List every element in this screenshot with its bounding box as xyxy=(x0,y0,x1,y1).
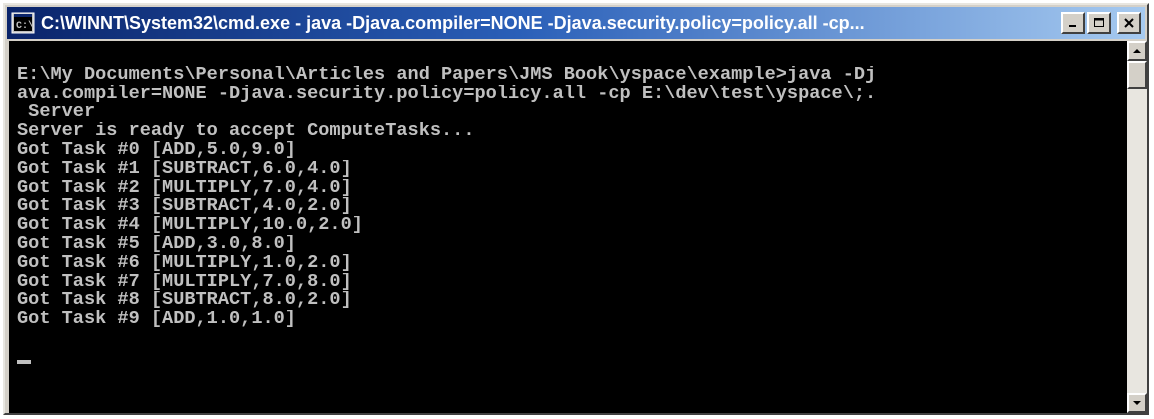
window-controls xyxy=(1061,12,1141,34)
maximize-button[interactable] xyxy=(1087,12,1111,34)
console-line: Got Task #7 [MULTIPLY,7.0,8.0] xyxy=(17,272,352,292)
close-icon xyxy=(1124,18,1134,28)
maximize-icon xyxy=(1094,18,1104,27)
console-line: Got Task #2 [MULTIPLY,7.0,4.0] xyxy=(17,178,352,198)
command-prompt-icon: C:\ xyxy=(11,12,35,34)
arrow-down-icon xyxy=(1133,401,1141,405)
console-line: Got Task #1 [SUBTRACT,6.0,4.0] xyxy=(17,159,352,179)
scroll-down-button[interactable] xyxy=(1127,393,1147,413)
console-line: Server xyxy=(17,103,96,123)
minimize-button[interactable] xyxy=(1061,12,1085,34)
console-output[interactable]: E:\My Documents\Personal\Articles and Pa… xyxy=(9,41,1127,413)
title-bar[interactable]: C:\ C:\WINNT\System32\cmd.exe - java -Dj… xyxy=(7,7,1145,39)
console-line: Got Task #3 [SUBTRACT,4.0,2.0] xyxy=(17,197,352,217)
console-line: Got Task #5 [ADD,3.0,8.0] xyxy=(17,234,296,254)
scroll-up-button[interactable] xyxy=(1127,41,1147,61)
console-line: ava.compiler=NONE -Djava.security.policy… xyxy=(17,84,877,104)
window-title: C:\WINNT\System32\cmd.exe - java -Djava.… xyxy=(41,12,865,33)
vertical-scrollbar[interactable] xyxy=(1127,41,1147,413)
minimize-icon xyxy=(1069,25,1076,27)
console-line: Server is ready to accept ComputeTasks..… xyxy=(17,122,475,141)
console-line: Got Task #0 [ADD,5.0,9.0] xyxy=(17,140,296,160)
close-button[interactable] xyxy=(1117,12,1141,34)
scroll-thumb[interactable] xyxy=(1127,61,1147,89)
console-line: Got Task #4 [MULTIPLY,10.0,2.0] xyxy=(17,216,363,235)
console-line: Got Task #8 [SUBTRACT,8.0,2.0] xyxy=(17,291,352,311)
svg-text:C:\: C:\ xyxy=(16,20,34,32)
text-cursor xyxy=(17,360,31,364)
console-line: Got Task #9 [ADD,1.0,1.0] xyxy=(17,310,296,329)
console-line: E:\My Documents\Personal\Articles and Pa… xyxy=(17,65,877,85)
console-line: Got Task #6 [MULTIPLY,1.0,2.0] xyxy=(17,253,352,273)
cmd-window: C:\ C:\WINNT\System32\cmd.exe - java -Dj… xyxy=(3,3,1149,415)
arrow-up-icon xyxy=(1133,49,1141,53)
